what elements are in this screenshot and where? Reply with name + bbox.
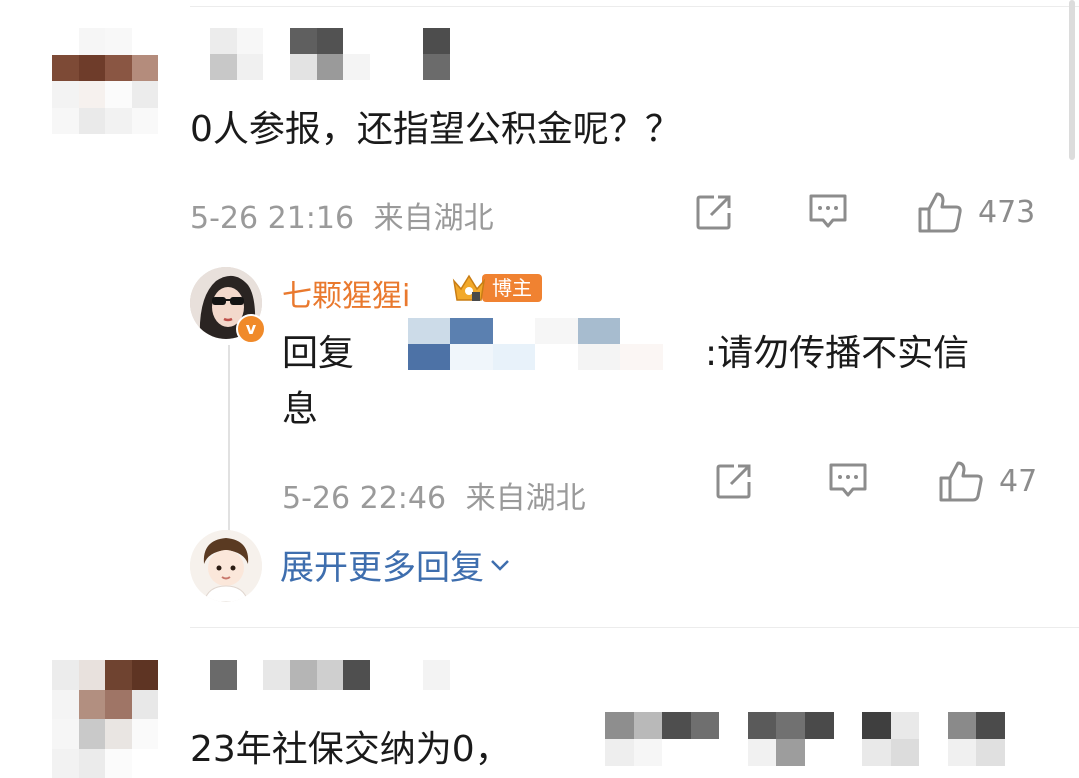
crown-icon [452, 273, 486, 303]
timestamp: 5-26 22:46 [282, 481, 447, 516]
comment-text: 23年社保交纳为0， [190, 729, 511, 770]
avatar-more-replies[interactable] [190, 530, 262, 602]
username-comment-1[interactable] [210, 28, 450, 80]
top-divider [190, 6, 1079, 7]
location: 来自湖北 [465, 481, 586, 516]
like-count: 473 [978, 194, 1036, 230]
cartoon-avatar-image [190, 530, 262, 602]
comment-button[interactable] [807, 192, 849, 232]
blogger-tag: 博主 [482, 274, 542, 302]
reply-username[interactable]: 七颗猩猩i [282, 271, 410, 315]
avatar-comment-1[interactable] [52, 28, 158, 134]
timestamp: 5-26 21:16 [190, 201, 355, 236]
reply-text: :请勿传播不实信 [705, 333, 970, 374]
like-button[interactable]: 473 [916, 190, 1035, 234]
thumbs-up-icon [918, 192, 962, 233]
share-icon [716, 464, 751, 499]
comment-icon [829, 463, 867, 497]
expand-more-replies-button[interactable]: 展开更多回复 [280, 540, 512, 589]
location: 来自湖北 [373, 201, 494, 236]
expand-label: 展开更多回复 [280, 548, 484, 588]
verified-badge-icon: v [236, 314, 266, 344]
avatar-comment-2[interactable] [52, 660, 158, 778]
reply-date: 5-26 22:46 来自湖北 [282, 473, 586, 517]
reply-text-line-2: 息 [282, 389, 319, 430]
like-button[interactable]: 47 [937, 459, 1037, 503]
chevron-down-icon [491, 559, 509, 571]
blogger-badge: 博主 [452, 273, 542, 303]
like-count: 47 [999, 463, 1038, 499]
share-button[interactable] [714, 461, 754, 501]
reply-prefix: 回复 [282, 333, 355, 374]
comment-date: 5-26 21:16 来自湖北 [190, 193, 494, 237]
thumbs-up-icon [939, 461, 983, 502]
comment-button[interactable] [827, 461, 869, 501]
reply-thread-line [228, 345, 230, 545]
username-comment-2[interactable] [210, 660, 450, 690]
redacted-text [605, 712, 1005, 766]
comment-text: 0人参报，还指望公积金呢？？ [190, 109, 681, 150]
mentioned-username[interactable] [365, 318, 705, 370]
share-icon [696, 195, 731, 230]
comment-divider [190, 627, 1079, 628]
comment-icon [809, 194, 847, 228]
scrollbar[interactable] [1069, 0, 1075, 160]
share-button[interactable] [694, 192, 734, 232]
